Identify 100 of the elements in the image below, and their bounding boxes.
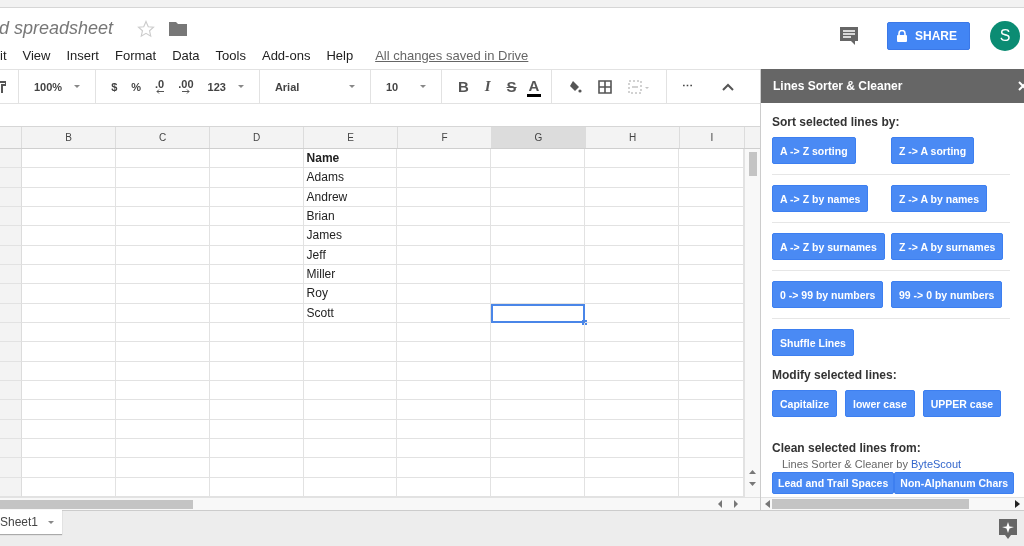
- credit-link[interactable]: ByteScout: [911, 458, 962, 470]
- table-cell[interactable]: [115, 284, 210, 304]
- percent-button[interactable]: %: [126, 74, 147, 99]
- table-cell[interactable]: [209, 438, 304, 459]
- table-cell[interactable]: [397, 342, 492, 362]
- table-cell[interactable]: [303, 419, 398, 439]
- table-cell[interactable]: [115, 207, 210, 227]
- scroll-up-icon[interactable]: [749, 469, 756, 474]
- table-cell[interactable]: [397, 380, 492, 401]
- row-header[interactable]: [0, 303, 22, 323]
- table-cell[interactable]: [21, 264, 116, 285]
- table-cell[interactable]: [115, 438, 210, 459]
- table-cell[interactable]: [491, 264, 586, 285]
- row-header[interactable]: [0, 245, 22, 265]
- zoom-dropdown[interactable]: 100%: [29, 74, 86, 99]
- row-header[interactable]: [0, 361, 22, 381]
- table-cell[interactable]: [209, 187, 304, 207]
- row-header[interactable]: [0, 226, 22, 246]
- table-cell[interactable]: Name: [303, 149, 398, 169]
- table-cell[interactable]: [21, 342, 116, 362]
- table-cell[interactable]: [209, 361, 304, 381]
- table-cell[interactable]: [209, 245, 304, 265]
- table-cell[interactable]: [115, 380, 210, 401]
- more-button[interactable]: ⋯: [677, 74, 699, 99]
- table-cell[interactable]: [585, 477, 680, 497]
- increase-decimals-button[interactable]: .00: [173, 74, 199, 99]
- table-cell[interactable]: [21, 458, 116, 478]
- scroll-arrows-icon[interactable]: [718, 500, 738, 508]
- table-cell[interactable]: [397, 226, 492, 246]
- table-cell[interactable]: [491, 458, 586, 478]
- row-header[interactable]: [0, 477, 22, 497]
- table-cell[interactable]: [585, 342, 680, 362]
- table-cell[interactable]: [585, 458, 680, 478]
- table-cell[interactable]: [115, 361, 210, 381]
- table-cell[interactable]: [491, 207, 586, 227]
- table-cell[interactable]: [21, 303, 116, 323]
- column-header[interactable]: I: [680, 127, 745, 148]
- table-cell[interactable]: [491, 342, 586, 362]
- table-cell[interactable]: [115, 342, 210, 362]
- table-cell[interactable]: [115, 149, 210, 169]
- table-cell[interactable]: [397, 245, 492, 265]
- decrease-decimals-button[interactable]: .0: [150, 74, 170, 99]
- row-header[interactable]: [0, 322, 22, 343]
- table-cell[interactable]: [303, 322, 398, 343]
- table-cell[interactable]: [21, 400, 116, 420]
- table-cell[interactable]: [397, 303, 492, 323]
- table-cell[interactable]: [303, 400, 398, 420]
- table-cell[interactable]: [115, 226, 210, 246]
- column-header[interactable]: D: [210, 127, 304, 148]
- font-dropdown[interactable]: Arial: [269, 74, 360, 99]
- table-cell[interactable]: [585, 322, 680, 343]
- table-cell[interactable]: [491, 284, 586, 304]
- table-cell[interactable]: [585, 303, 680, 323]
- table-cell[interactable]: [585, 361, 680, 381]
- table-cell[interactable]: [585, 226, 680, 246]
- horizontal-scrollbar[interactable]: [761, 497, 1024, 510]
- menu-item[interactable]: Add-ons: [253, 48, 319, 63]
- table-cell[interactable]: [397, 168, 492, 188]
- table-cell[interactable]: [491, 419, 586, 439]
- menu-item[interactable]: Insert: [58, 48, 107, 63]
- table-cell[interactable]: [397, 400, 492, 420]
- table-cell[interactable]: [397, 322, 492, 343]
- table-cell[interactable]: [491, 226, 586, 246]
- scroll-thumb[interactable]: [0, 499, 193, 509]
- explore-icon[interactable]: [999, 519, 1017, 539]
- table-cell[interactable]: Adams: [303, 168, 398, 188]
- comment-icon[interactable]: [839, 25, 859, 46]
- table-cell[interactable]: [585, 207, 680, 227]
- table-cell[interactable]: [209, 400, 304, 420]
- document-title[interactable]: d spreadsheet: [0, 18, 114, 39]
- table-cell[interactable]: Andrew: [303, 187, 398, 207]
- table-cell[interactable]: [115, 187, 210, 207]
- folder-icon[interactable]: [169, 21, 188, 36]
- table-cell[interactable]: [209, 207, 304, 227]
- table-cell[interactable]: [21, 477, 116, 497]
- table-cell[interactable]: [303, 380, 398, 401]
- table-cell[interactable]: [491, 438, 586, 459]
- table-cell[interactable]: Brian: [303, 207, 398, 227]
- table-cell[interactable]: [21, 168, 116, 188]
- table-cell[interactable]: [115, 245, 210, 265]
- menu-item[interactable]: View: [14, 48, 59, 63]
- scroll-left-icon[interactable]: [765, 500, 770, 508]
- table-cell[interactable]: [491, 245, 586, 265]
- row-header[interactable]: [0, 438, 22, 459]
- table-cell[interactable]: [209, 284, 304, 304]
- sheet-tab[interactable]: Sheet1: [0, 510, 63, 534]
- table-cell[interactable]: Roy: [303, 284, 398, 304]
- scroll-thumb[interactable]: [748, 152, 757, 176]
- table-cell[interactable]: [209, 458, 304, 478]
- borders-icon[interactable]: [598, 79, 613, 94]
- table-cell[interactable]: [303, 342, 398, 362]
- table-cell[interactable]: [491, 400, 586, 420]
- column-header[interactable]: C: [116, 127, 210, 148]
- italic-button[interactable]: I: [478, 74, 497, 99]
- menu-item[interactable]: Help: [318, 48, 362, 63]
- table-cell[interactable]: [115, 322, 210, 343]
- table-cell[interactable]: [21, 419, 116, 439]
- table-cell[interactable]: [115, 168, 210, 188]
- table-cell[interactable]: [585, 245, 680, 265]
- number-format-dropdown[interactable]: 123: [202, 74, 249, 99]
